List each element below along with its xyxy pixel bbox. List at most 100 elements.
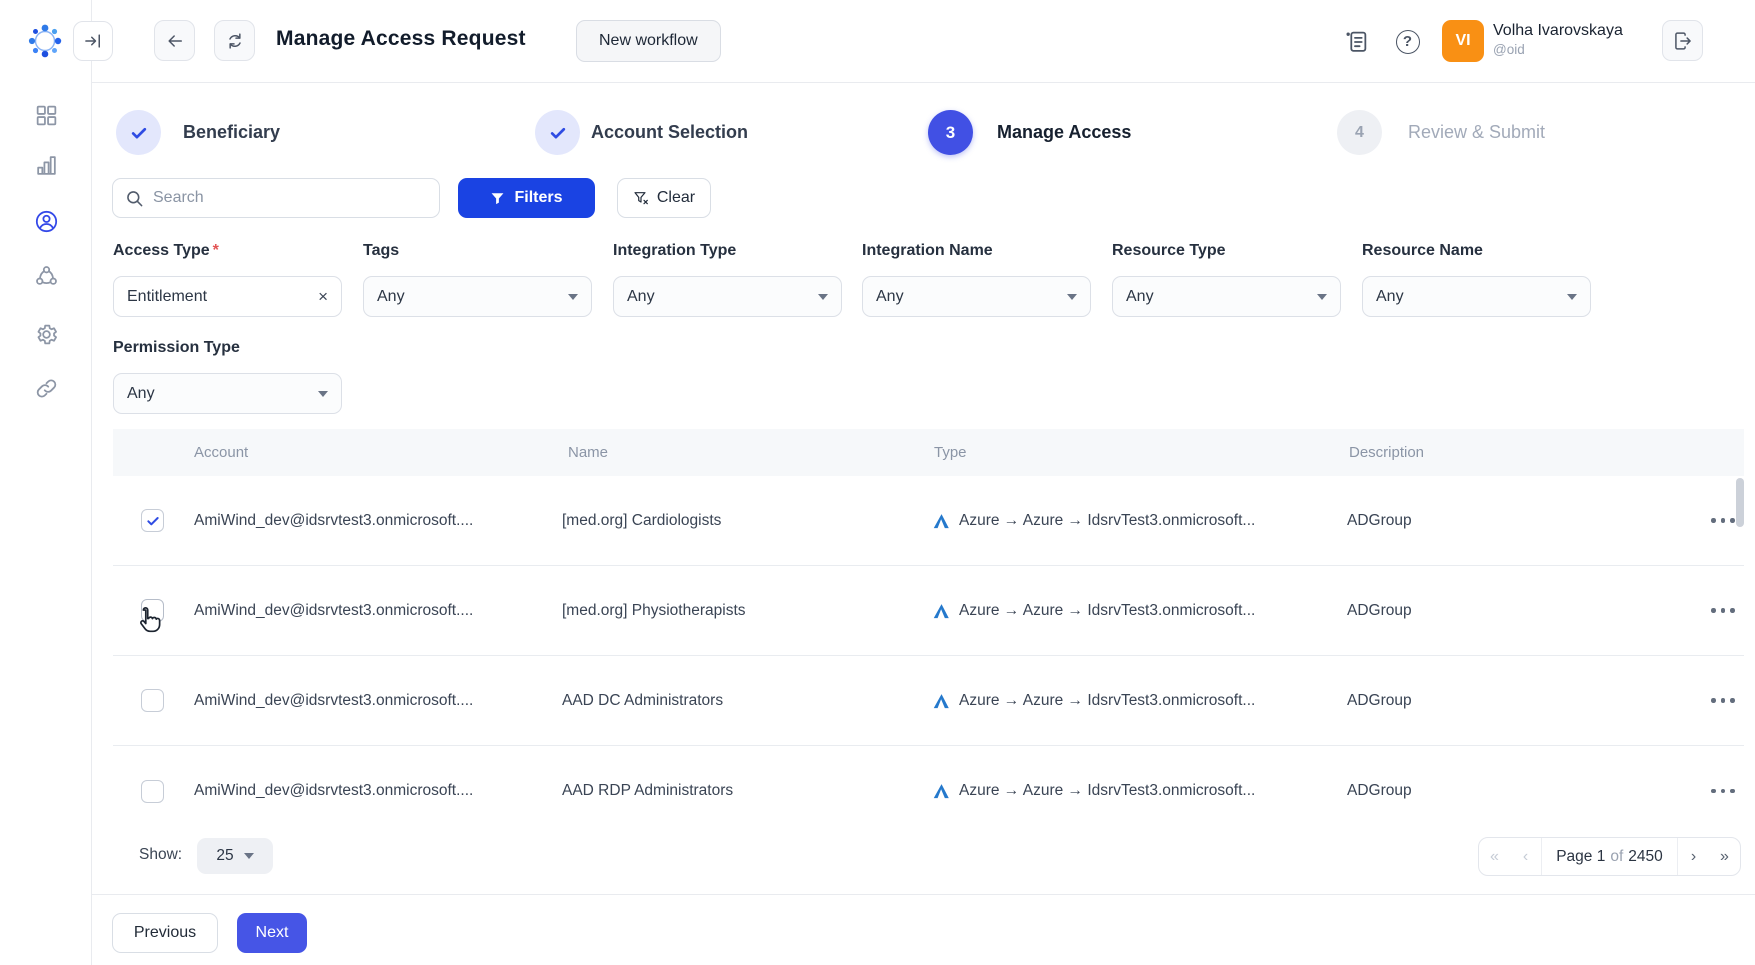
filter-label-access-type: Access Type* [113,242,219,260]
resource-name-select[interactable]: Any [1362,276,1591,317]
column-header-account: Account [194,444,248,461]
row-checkbox[interactable] [141,780,164,803]
row-checkbox[interactable] [141,689,164,712]
check-icon [145,513,161,529]
column-header-name: Name [568,444,608,461]
bar-chart-icon[interactable] [0,153,92,178]
azure-icon [932,513,950,529]
row-checkbox-checked[interactable] [141,509,164,532]
cell-description: ADGroup [1347,782,1412,800]
cell-description: ADGroup [1347,692,1412,710]
cell-account: AmiWind_dev@idsrvtest3.onmicrosoft.... [194,782,473,800]
step-1-label: Beneficiary [183,122,280,143]
cell-account: AmiWind_dev@idsrvtest3.onmicrosoft.... [194,512,473,530]
cell-name: [med.org] Physiotherapists [562,602,746,620]
cell-type: Azure → Azure → IdsrvTest3.onmicrosoft..… [932,782,1255,800]
step-1-circle[interactable] [116,110,161,155]
chevron-down-icon [1317,294,1327,300]
page-label: Page 1 [1556,848,1605,866]
search-input[interactable] [153,189,427,207]
refresh-button[interactable] [214,20,255,61]
search-icon [125,189,144,208]
search-box [112,178,440,218]
next-button[interactable]: Next [237,913,307,953]
clear-value-icon[interactable]: × [318,288,328,305]
dashboard-grid-icon[interactable] [0,103,92,128]
cell-description: ADGroup [1347,512,1412,530]
row-menu-button[interactable] [1706,608,1740,613]
cell-type: Azure → Azure → IdsrvTest3.onmicrosoft..… [932,512,1255,530]
table-row: AmiWind_dev@idsrvtest3.onmicrosoft.... [… [113,476,1744,566]
resource-type-select[interactable]: Any [1112,276,1341,317]
total-pages: 2450 [1628,848,1662,866]
check-icon [548,123,568,143]
filter-label-resource-name: Resource Name [1362,242,1483,260]
integration-name-select[interactable]: Any [862,276,1091,317]
table-row: AmiWind_dev@idsrvtest3.onmicrosoft.... [… [113,566,1744,656]
step-2-label: Account Selection [591,122,748,143]
cell-name: AAD DC Administrators [562,692,723,710]
table-row: AmiWind_dev@idsrvtest3.onmicrosoft.... A… [113,746,1744,836]
logout-button[interactable] [1662,20,1703,61]
page-size-select[interactable]: 25 [197,838,273,874]
filters-button[interactable]: Filters [458,178,595,218]
azure-icon [932,603,950,619]
table-header: Account Name Type Description [113,429,1744,476]
user-circle-icon[interactable] [0,209,92,234]
of-label: of [1610,848,1623,866]
check-icon [129,123,149,143]
previous-button[interactable]: Previous [112,913,218,953]
integration-type-select[interactable]: Any [613,276,842,317]
funnel-icon [490,191,505,206]
last-page-button[interactable]: » [1709,848,1740,866]
required-marker: * [213,242,219,259]
sidebar-collapse-button[interactable] [73,21,113,61]
next-page-button[interactable]: › [1678,848,1709,866]
cell-account: AmiWind_dev@idsrvtest3.onmicrosoft.... [194,692,473,710]
chevron-down-icon [318,391,328,397]
azure-icon [932,783,950,799]
azure-icon [932,693,950,709]
chevron-down-icon [1067,294,1077,300]
activity-log-icon[interactable] [1343,28,1370,55]
step-4-circle[interactable]: 4 [1337,110,1382,155]
network-share-icon[interactable] [0,264,92,289]
row-menu-button[interactable] [1706,789,1740,794]
step-3-circle[interactable]: 3 [928,110,973,155]
back-button[interactable] [154,20,195,61]
first-page-button[interactable]: « [1479,848,1510,866]
cell-type: Azure → Azure → IdsrvTest3.onmicrosoft..… [932,692,1255,710]
page-indicator: Page 1 of 2450 [1541,838,1678,875]
sidebar [0,0,92,965]
chevron-down-icon [1567,294,1577,300]
filter-label-permission-type: Permission Type [113,339,240,357]
avatar[interactable]: VI [1442,20,1484,62]
gear-icon[interactable] [0,322,92,347]
app-logo-icon [25,21,65,61]
new-workflow-button[interactable]: New workflow [576,20,721,62]
table-scrollbar[interactable] [1736,478,1744,527]
filter-label-integration-name: Integration Name [862,242,993,260]
permission-type-select[interactable]: Any [113,373,342,414]
column-header-type: Type [934,444,967,461]
header-divider [92,82,1755,83]
prev-page-button[interactable]: ‹ [1510,848,1541,866]
step-4-label: Review & Submit [1408,122,1545,143]
cell-type: Azure → Azure → IdsrvTest3.onmicrosoft..… [932,602,1255,620]
pager: « ‹ Page 1 of 2450 › » [1478,837,1741,876]
link-icon[interactable] [0,376,92,401]
row-checkbox[interactable] [141,599,164,622]
help-icon[interactable]: ? [1394,28,1421,55]
funnel-x-icon [633,190,649,206]
row-menu-button[interactable] [1706,698,1740,703]
column-header-description: Description [1349,444,1424,461]
row-menu-button[interactable] [1706,518,1740,523]
chevron-down-icon [568,294,578,300]
chevron-down-icon [818,294,828,300]
access-type-select[interactable]: Entitlement × [113,276,342,317]
clear-filters-button[interactable]: Clear [617,178,711,218]
step-3-label: Manage Access [997,122,1131,143]
step-2-circle[interactable] [535,110,580,155]
cell-description: ADGroup [1347,602,1412,620]
tags-select[interactable]: Any [363,276,592,317]
